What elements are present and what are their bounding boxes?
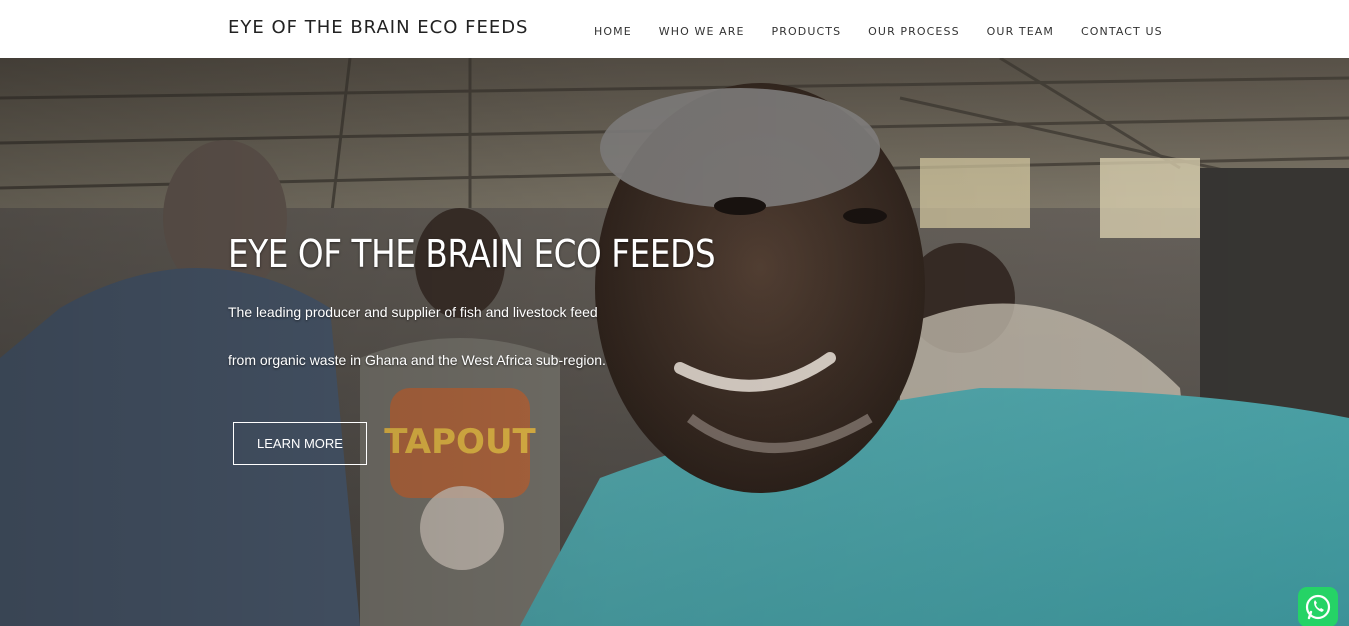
nav-item-who-we-are: WHO WE ARE	[659, 22, 745, 40]
hero-content: EYE OF THE BRAIN ECO FEEDS The leading p…	[228, 232, 794, 465]
nav-item-home: HOME	[594, 22, 632, 40]
site-header: EYE OF THE BRAIN ECO FEEDS HOME WHO WE A…	[0, 0, 1349, 58]
nav-link-our-process[interactable]: OUR PROCESS	[868, 25, 959, 38]
main-nav: HOME WHO WE ARE PRODUCTS OUR PROCESS OUR…	[594, 22, 1190, 40]
nav-link-home[interactable]: HOME	[594, 25, 632, 38]
nav-link-our-team[interactable]: OUR TEAM	[987, 25, 1054, 38]
hero-overlay	[0, 58, 1349, 626]
nav-item-our-process: OUR PROCESS	[868, 22, 959, 40]
hero-tagline-line-2: from organic waste in Ghana and the West…	[228, 352, 606, 368]
nav-link-who-we-are[interactable]: WHO WE ARE	[659, 25, 745, 38]
hero-title: EYE OF THE BRAIN ECO FEEDS	[228, 232, 716, 276]
nav-link-products[interactable]: PRODUCTS	[772, 25, 842, 38]
nav-item-contact-us: CONTACT US	[1081, 22, 1163, 40]
hero-tagline-line-1: The leading producer and supplier of fis…	[228, 304, 598, 320]
nav-item-our-team: OUR TEAM	[987, 22, 1054, 40]
whatsapp-chat-button[interactable]	[1298, 587, 1338, 626]
site-logo-text[interactable]: EYE OF THE BRAIN ECO FEEDS	[228, 17, 528, 38]
nav-item-products: PRODUCTS	[772, 22, 842, 40]
hero-section: TAPOUT EYE OF THE BRAIN ECO FEEDS The le…	[0, 58, 1349, 626]
whatsapp-icon	[1305, 594, 1331, 620]
learn-more-button[interactable]: LEARN MORE	[233, 422, 367, 465]
nav-link-contact-us[interactable]: CONTACT US	[1081, 25, 1163, 38]
